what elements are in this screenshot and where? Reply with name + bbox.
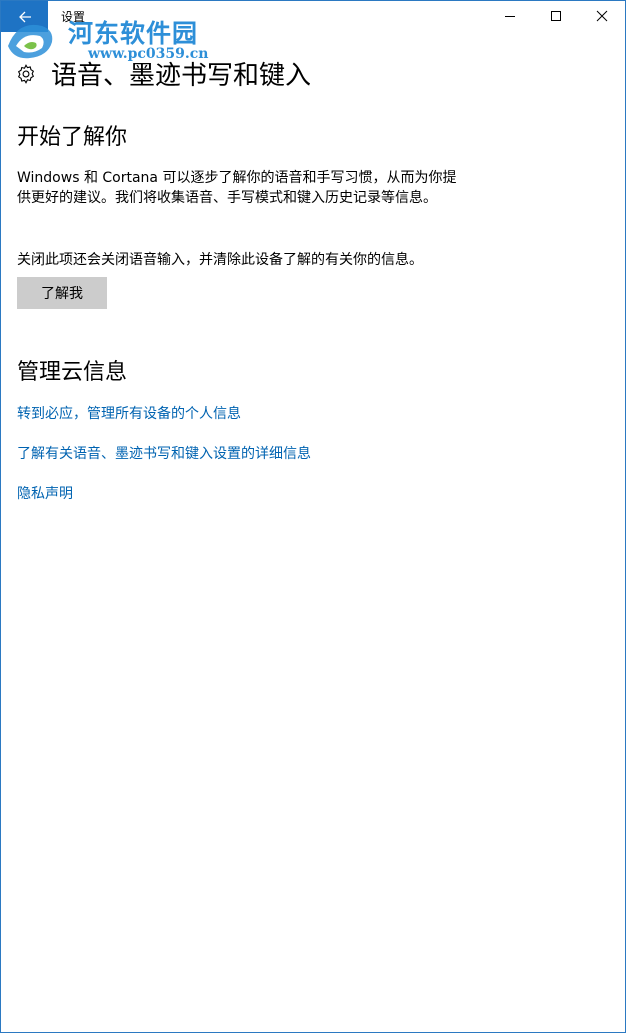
- get-to-know-me-button[interactable]: 了解我: [17, 277, 107, 309]
- window-border: [0, 0, 626, 1033]
- close-button[interactable]: [579, 0, 625, 32]
- section-heading-cloud-info: 管理云信息: [17, 360, 128, 385]
- maximize-button[interactable]: [533, 0, 579, 32]
- get-to-know-description: Windows 和 Cortana 可以逐步了解你的语音和手写习惯，从而为你提供…: [17, 170, 457, 206]
- maximize-icon: [551, 11, 561, 21]
- minimize-button[interactable]: [487, 0, 533, 32]
- privacy-statement-link[interactable]: 隐私声明: [17, 483, 73, 503]
- gear-icon: [17, 64, 35, 84]
- bing-manage-info-link[interactable]: 转到必应，管理所有设备的个人信息: [17, 403, 241, 423]
- page-title: 语音、墨迹书写和键入: [51, 60, 312, 91]
- watermark-site-name: 河东软件园: [68, 19, 199, 48]
- close-icon: [596, 10, 608, 22]
- learn-more-settings-link[interactable]: 了解有关语音、墨迹书写和键入设置的详细信息: [17, 443, 311, 463]
- section-heading-get-to-know: 开始了解你: [17, 125, 128, 150]
- minimize-icon: [505, 16, 515, 17]
- get-to-know-off-note: 关闭此项还会关闭语音输入，并清除此设备了解的有关你的信息。: [17, 252, 423, 268]
- page-header: 语音、墨迹书写和键入: [15, 56, 312, 91]
